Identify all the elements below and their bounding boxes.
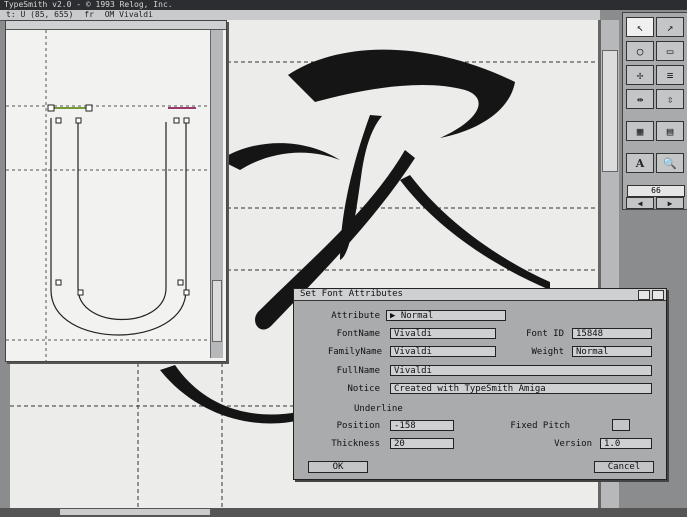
layers-tool-icon[interactable]: ▤ — [656, 121, 684, 141]
version-field[interactable]: 1.0 — [600, 438, 652, 449]
current-font-name: OM Vivaldi — [104, 10, 153, 19]
fullname-label: FullName — [336, 366, 380, 376]
distribute-tool-icon[interactable]: ≡ — [656, 65, 684, 85]
preview-title-bar[interactable] — [6, 21, 226, 30]
zoom-gadget-icon[interactable] — [652, 290, 664, 300]
app-title: TypeSmith v2.0 - © 1993 Relog, Inc. — [4, 0, 173, 9]
attribute-label: Attribute — [331, 311, 380, 321]
glyph-u-outline — [6, 30, 212, 361]
notice-field[interactable]: Created with TypeSmith Amiga — [390, 383, 652, 394]
depth-gadget-icon[interactable] — [638, 290, 650, 300]
arrow-right-icon[interactable]: ▶ — [656, 197, 684, 209]
thickness-label: Thickness — [331, 439, 380, 449]
flip-vertical-icon[interactable]: ⇳ — [656, 89, 684, 109]
title-bar: TypeSmith v2.0 - © 1993 Relog, Inc. — [0, 0, 687, 10]
fixed-pitch-checkbox[interactable] — [612, 419, 630, 431]
ok-button[interactable]: OK — [308, 461, 368, 473]
scroll-knob[interactable] — [602, 50, 618, 172]
preview-vertical-scrollbar[interactable] — [210, 30, 223, 358]
familyname-field[interactable]: Vivaldi — [390, 346, 496, 357]
horizontal-scroll-knob[interactable] — [60, 509, 210, 515]
fixed-pitch-label: Fixed Pitch — [510, 421, 570, 431]
weight-field[interactable]: Normal — [572, 346, 652, 357]
pointer-tool-icon[interactable]: ↖ — [626, 17, 654, 37]
fontid-field[interactable]: 15848 — [572, 328, 652, 339]
toolbox: ↖ ↗ ○ ▭ ✢ ≡ ⇹ ⇳ ▦ ▤ A 🔍 66 ◀ ▶ — [622, 12, 687, 210]
dialog-title-bar[interactable]: Set Font Attributes — [294, 289, 666, 301]
rectangle-tool-icon[interactable]: ▭ — [656, 41, 684, 61]
glyph-preview-window[interactable] — [5, 20, 227, 362]
flip-horizontal-icon[interactable]: ⇹ — [626, 89, 654, 109]
set-font-attributes-dialog: Set Font Attributes Attribute ▶ Normal F… — [293, 288, 667, 480]
version-label: Version — [554, 439, 592, 449]
cancel-button[interactable]: Cancel — [594, 461, 654, 473]
zoom-tool-icon[interactable]: 🔍 — [656, 153, 684, 173]
weight-label: Weight — [531, 347, 564, 357]
grid-tool-icon[interactable]: ▦ — [626, 121, 654, 141]
fontname-label: FontName — [336, 329, 380, 339]
position-field[interactable]: -158 — [390, 420, 454, 431]
align-tool-icon[interactable]: ✢ — [626, 65, 654, 85]
attribute-cycle-button[interactable]: ▶ Normal — [386, 310, 506, 321]
thickness-field[interactable]: 20 — [390, 438, 454, 449]
dialog-title: Set Font Attributes — [300, 289, 403, 299]
notice-label: Notice — [347, 384, 380, 394]
circle-tool-icon[interactable]: ○ — [626, 41, 654, 61]
cursor-readout: t: U (85, 655) — [6, 10, 74, 19]
fontname-field[interactable]: Vivaldi — [390, 328, 496, 339]
preview-scroll-knob[interactable] — [212, 280, 222, 342]
zoom-level: 66 — [627, 185, 685, 197]
arrow-left-icon[interactable]: ◀ — [626, 197, 654, 209]
underline-heading: Underline — [354, 404, 403, 414]
fullname-field[interactable]: Vivaldi — [390, 365, 652, 376]
horizontal-scrollbar[interactable] — [0, 508, 687, 517]
position-label: Position — [336, 421, 380, 431]
status-mid: fr — [84, 10, 94, 19]
fontid-label: Font ID — [526, 329, 564, 339]
curve-tool-icon[interactable]: ↗ — [656, 17, 684, 37]
familyname-label: FamilyName — [327, 347, 382, 357]
text-tool-icon[interactable]: A — [626, 153, 654, 173]
